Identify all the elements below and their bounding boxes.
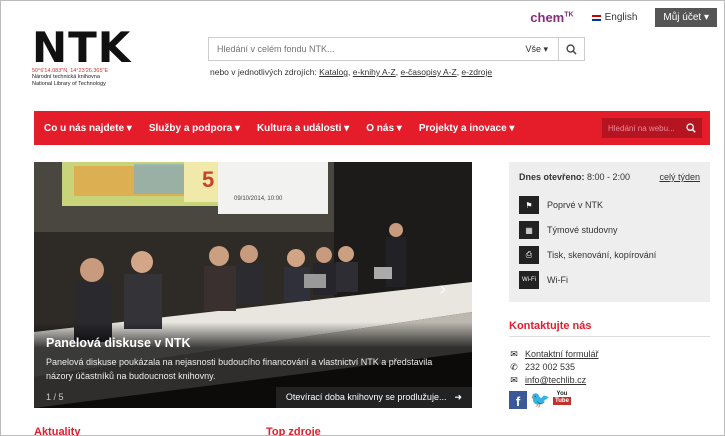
hours-week-link[interactable]: celý týden bbox=[659, 172, 700, 182]
study-room-icon: ▦ bbox=[519, 221, 539, 239]
hours-label: Dnes otevřeno: bbox=[519, 172, 585, 182]
main-nav: Co u nás najdete ▾ Služby a podpora ▾ Ku… bbox=[34, 111, 710, 145]
next-slide-link[interactable]: Otevírací doba knihovny se prodlužuje...… bbox=[275, 387, 472, 408]
chemtk-link[interactable]: chemTK bbox=[530, 10, 573, 25]
envelope-icon: ✉ bbox=[510, 374, 518, 385]
svg-text:5: 5 bbox=[202, 167, 214, 192]
hours-value: 8:00 - 2:00 bbox=[587, 172, 631, 182]
contact-box: Kontaktujte nás ✉ Kontaktní formulář ✆ 2… bbox=[509, 320, 710, 411]
ntk-logo[interactable]: NTK 50°6'14.083"N, 14°23'26.365"E Národn… bbox=[32, 23, 132, 88]
logo-mark: NTK bbox=[32, 23, 132, 72]
nav-item-sluzby[interactable]: Služby a podpora ▾ bbox=[149, 123, 240, 134]
nav-item-projekty[interactable]: Projekty a inovace ▾ bbox=[419, 123, 515, 134]
catalog-search-input[interactable] bbox=[209, 44, 516, 54]
nav-item-kultura[interactable]: Kultura a události ▾ bbox=[257, 123, 349, 134]
next-slide-label: Otevírací doba knihovny se prodlužuje... bbox=[285, 392, 447, 402]
catalog-search: Vše ▾ bbox=[208, 37, 585, 61]
contact-form-line: ✉ Kontaktní formulář bbox=[509, 348, 710, 360]
logo-name-en: National Library of Technology bbox=[32, 81, 106, 87]
slide-counter: 1 / 5 bbox=[46, 392, 64, 402]
wifi-icon: Wi-Fi bbox=[519, 271, 539, 289]
arrow-right-icon: ➜ bbox=[454, 392, 462, 402]
nav-item-o-nas[interactable]: O nás ▾ bbox=[366, 123, 402, 134]
envelope-icon: ✉ bbox=[510, 348, 518, 359]
logo-name-cz: Národní technická knihovna bbox=[32, 74, 100, 80]
source-link[interactable]: e-časopisy A-Z bbox=[400, 67, 456, 77]
slide-text: Panelová diskuse poukázala na nejasnosti… bbox=[46, 357, 433, 381]
printer-icon: ⎙ bbox=[519, 246, 539, 264]
search-scope-select[interactable]: Vše ▾ bbox=[515, 44, 558, 55]
news-heading[interactable]: Aktuality bbox=[34, 426, 80, 436]
service-first-visit[interactable]: ⚑ Poprvé v NTK bbox=[519, 196, 700, 214]
contact-phone: 232 002 535 bbox=[525, 362, 576, 372]
my-account-button[interactable]: Můj účet ▾ bbox=[655, 8, 717, 27]
contact-title: Kontaktujte nás bbox=[509, 320, 710, 337]
nav-item-co-u-nas-najdete[interactable]: Co u nás najdete ▾ bbox=[44, 123, 132, 134]
facebook-icon[interactable]: f bbox=[509, 391, 527, 409]
contact-email-line: ✉ info@techlib.cz bbox=[509, 374, 710, 386]
hero-slider[interactable]: 5 09/10/2014, 10:00 › Panelová diskuse v… bbox=[34, 162, 472, 408]
next-slide-arrow-icon[interactable]: › bbox=[439, 278, 446, 301]
uk-flag-icon bbox=[591, 14, 601, 21]
phone-icon: ✆ bbox=[510, 361, 518, 372]
service-wifi[interactable]: Wi-Fi Wi-Fi bbox=[519, 271, 700, 289]
contact-phone-line: ✆ 232 002 535 bbox=[509, 361, 710, 373]
source-link[interactable]: e-zdroje bbox=[461, 67, 492, 77]
web-search-input[interactable]: Hledání na webu... bbox=[608, 124, 675, 133]
search-icon bbox=[566, 43, 577, 55]
twitter-icon[interactable]: 🐦 bbox=[530, 391, 550, 409]
source-link[interactable]: Katalog bbox=[319, 67, 348, 77]
signpost-icon: ⚑ bbox=[519, 196, 539, 214]
youtube-icon[interactable]: You Tube bbox=[553, 391, 571, 411]
web-search[interactable]: Hledání na webu... bbox=[602, 118, 702, 138]
search-button[interactable] bbox=[558, 38, 584, 60]
service-printing[interactable]: ⎙ Tisk, skenování, kopírování bbox=[519, 246, 700, 264]
source-link[interactable]: e-knihy A-Z bbox=[353, 67, 396, 77]
search-icon[interactable] bbox=[686, 123, 696, 133]
contact-form-link[interactable]: Kontaktní formulář bbox=[525, 349, 599, 359]
service-study-rooms[interactable]: ▦ Týmové studovny bbox=[519, 221, 700, 239]
language-label: English bbox=[604, 12, 638, 23]
search-sources: nebo v jednotlivých zdrojích: Katalog, e… bbox=[210, 67, 493, 77]
screen-date: 09/10/2014, 10:00 bbox=[234, 196, 283, 202]
slide-title[interactable]: Panelová diskuse v NTK bbox=[46, 336, 460, 350]
language-switch[interactable]: English bbox=[591, 12, 638, 23]
top-sources-heading[interactable]: Top zdroje bbox=[266, 426, 321, 436]
top-links: chemTK English Můj účet ▾ bbox=[530, 8, 717, 27]
opening-hours-box: Dnes otevřeno: 8:00 - 2:00 celý týden ⚑ … bbox=[509, 162, 710, 302]
hours-row: Dnes otevřeno: 8:00 - 2:00 celý týden bbox=[519, 172, 700, 182]
social-links: f 🐦 You Tube bbox=[509, 391, 710, 411]
contact-email-link[interactable]: info@techlib.cz bbox=[525, 375, 586, 385]
